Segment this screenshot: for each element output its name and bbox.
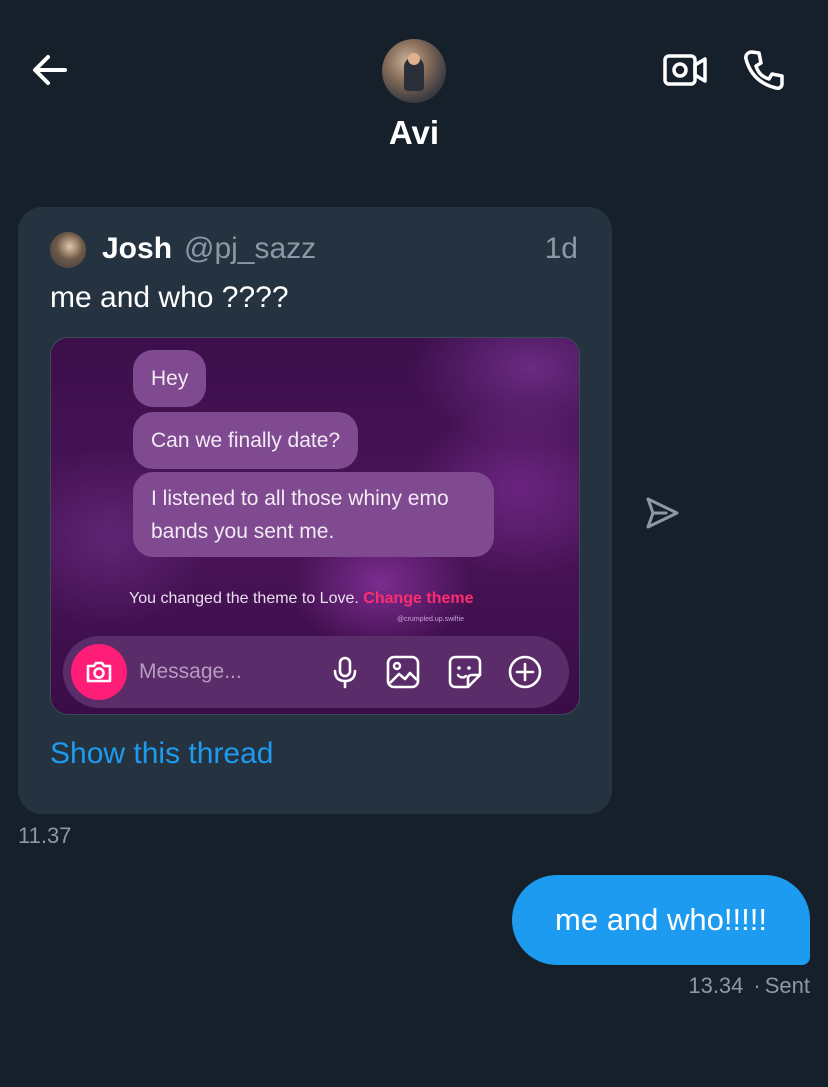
sticker-icon	[448, 655, 482, 689]
sent-message-time: 13.34	[688, 973, 744, 998]
send-icon	[646, 497, 679, 529]
conversation-title[interactable]: Avi	[0, 114, 828, 152]
video-call-icon	[663, 54, 707, 86]
received-message-time: 11.37	[18, 823, 72, 848]
image-message-bubble: Hey	[133, 350, 207, 407]
show-thread-link[interactable]: Show this thread	[50, 737, 273, 771]
quoted-author-avatar[interactable]	[50, 232, 86, 268]
conversation-header: Avi	[0, 0, 828, 170]
video-call-button[interactable]	[662, 50, 708, 90]
change-theme-link: Change theme	[363, 590, 474, 607]
quoted-tweet-age: 1d	[544, 232, 578, 265]
image-message-bubble: Can we finally date?	[133, 412, 359, 469]
image-message-placeholder: Message...	[139, 660, 242, 683]
theme-change-notice: You changed the theme to Love. Change th…	[129, 590, 474, 608]
phone-icon	[744, 50, 784, 90]
arrow-left-icon	[33, 55, 67, 85]
sent-message-status: 13.34 · Sent	[688, 973, 810, 998]
theme-change-text: You changed the theme to Love.	[129, 590, 359, 607]
quoted-tweet-card[interactable]: Josh @pj_sazz 1d me and who ???? Hey Can…	[18, 207, 612, 814]
phone-call-button[interactable]	[742, 48, 786, 92]
back-button[interactable]	[28, 50, 72, 90]
image-icon	[386, 655, 420, 689]
quoted-author-handle: @pj_sazz	[184, 232, 317, 265]
quoted-author-name: Josh	[102, 232, 173, 265]
camera-icon	[71, 644, 127, 700]
share-tweet-button[interactable]	[642, 493, 682, 533]
microphone-icon	[333, 656, 357, 689]
delivery-status: Sent	[764, 973, 810, 998]
quoted-tweet-image[interactable]: Hey Can we finally date? I listened to a…	[50, 337, 580, 715]
contact-avatar[interactable]	[382, 39, 446, 103]
image-watermark: @crumpled.up.swiftie	[397, 616, 465, 623]
sent-message-bubble[interactable]: me and who!!!!!	[512, 875, 810, 965]
image-message-bubble: I listened to all those whiny emo bands …	[133, 472, 494, 557]
image-message-composer: Message...	[63, 636, 569, 708]
quoted-tweet-text: me and who ????	[50, 281, 289, 314]
plus-circle-icon	[508, 655, 542, 689]
